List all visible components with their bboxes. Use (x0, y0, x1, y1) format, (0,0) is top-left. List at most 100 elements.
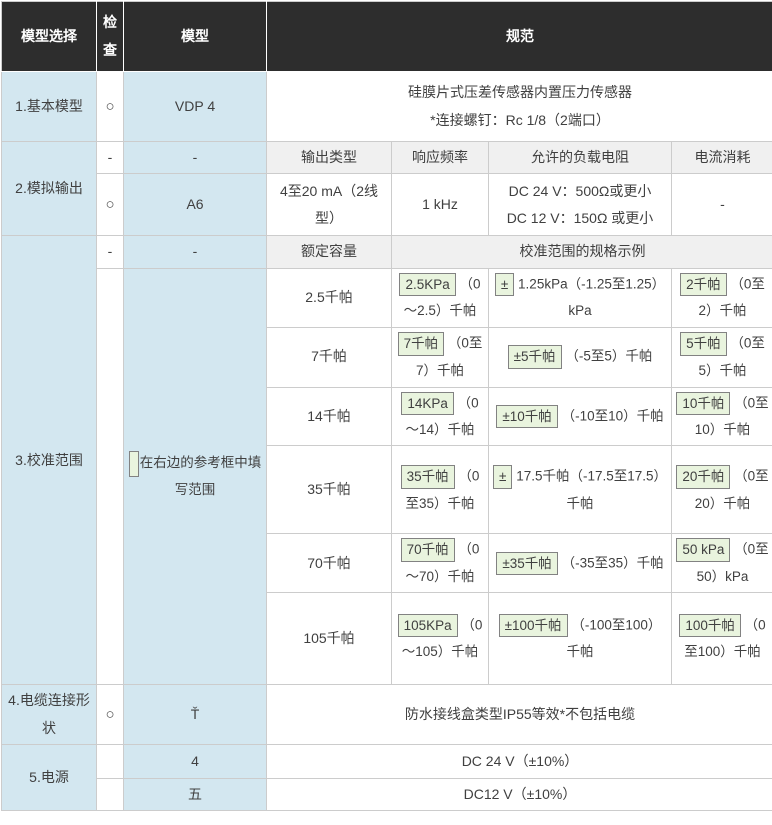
analog-output-type: 4至20 mA（2线型） (267, 174, 392, 236)
calibration-dash-check: - (97, 236, 124, 268)
mid-range-cell: ± 1.25kPa（-1.25至1.25）kPa (489, 268, 672, 327)
response-freq-header: 响应频率 (392, 142, 489, 174)
power-spec-12v: DC12 V（±10%） (267, 778, 772, 810)
basic-spec: 硅膜片式压差传感器内置压力传感器 *连接螺钉：Rc 1/8（2端口） (267, 72, 772, 142)
load-res-line2: DC 12 V：150Ω 或更小 (493, 205, 667, 232)
mid-range-input[interactable]: ±5千帕 (508, 345, 562, 369)
circle-mark-icon: ○ (105, 706, 114, 723)
out-range-cell: 50 kPa （0至50）kPa (672, 534, 772, 593)
page: 模型选择 检查 模型 规范 1.基本模型 ○ VDP 4 硅膜片式压差传感器内置… (0, 1, 772, 825)
rated-range-cell: 35千帕 （0至35）千帕 (392, 446, 489, 534)
analog-model-code: A6 (124, 174, 267, 236)
mid-range-cell: ± 17.5千帕（-17.5至17.5）千帕 (489, 446, 672, 534)
basic-model-code: VDP 4 (124, 72, 267, 142)
calibration-model-note: 在右边的参考框中填写范围 (140, 455, 262, 496)
basic-check-circle-icon: ○ (97, 72, 124, 142)
mid-range-text: （-5至5）千帕 (565, 349, 652, 364)
out-range-input[interactable]: 50 kPa (676, 538, 730, 562)
rated-range-input[interactable]: 105KPa (398, 614, 458, 638)
analog-dash-model: - (124, 142, 267, 174)
output-type-header: 输出类型 (267, 142, 392, 174)
mid-range-cell: ±35千帕 （-35至35）千帕 (489, 534, 672, 593)
power-check-empty-12v (97, 778, 124, 810)
rated-range-input[interactable]: 14KPa (401, 392, 454, 416)
mid-range-input[interactable]: ±100千帕 (499, 614, 568, 638)
out-range-input[interactable]: 5千帕 (680, 332, 727, 356)
out-range-input[interactable]: 10千帕 (676, 392, 730, 416)
analog-current: - (672, 174, 772, 236)
current-consumption-header: 电流消耗 (672, 142, 772, 174)
power-spec-24v: DC 24 V（±10%） (267, 744, 772, 778)
mid-range-text: （-10至10）千帕 (562, 408, 664, 423)
mid-range-text: （-100至100）千帕 (567, 617, 662, 659)
mid-range-input[interactable]: ±35千帕 (496, 552, 557, 576)
rated-range-cell: 105KPa （0～105）千帕 (392, 593, 489, 685)
range-fill-input[interactable] (129, 451, 139, 477)
mid-range-cell: ±5千帕 （-5至5）千帕 (489, 327, 672, 387)
basic-model-label: 1.基本模型 (2, 72, 97, 142)
analog-output-label: 2.模拟输出 (2, 142, 97, 236)
header-check: 检查 (97, 2, 124, 72)
circle-mark-icon: ○ (105, 196, 114, 213)
capacity-label: 14千帕 (267, 387, 392, 446)
mid-range-cell: ±100千帕 （-100至100）千帕 (489, 593, 672, 685)
cable-label: 4.电缆连接形状 (2, 685, 97, 745)
cable-row: 4.电缆连接形状 ○ Ť 防水接线盒类型IP55等效*不包括电缆 (2, 685, 772, 745)
analog-values-row: ○ A6 4至20 mA（2线型） 1 kHz DC 24 V：500Ω或更小 … (2, 174, 772, 236)
rated-range-input[interactable]: 7千帕 (398, 332, 445, 356)
cable-spec: 防水接线盒类型IP55等效*不包括电缆 (267, 685, 772, 745)
capacity-label: 2.5千帕 (267, 268, 392, 327)
capacity-label: 105千帕 (267, 593, 392, 685)
out-range-input[interactable]: 100千帕 (679, 614, 741, 638)
out-range-cell: 10千帕 （0至10）千帕 (672, 387, 772, 446)
mid-range-input[interactable]: ±10千帕 (496, 405, 557, 429)
power-model-12v: 五 (124, 778, 267, 810)
mid-range-text: （-35至35）千帕 (562, 555, 664, 570)
basic-model-row: 1.基本模型 ○ VDP 4 硅膜片式压差传感器内置压力传感器 *连接螺钉：Rc… (2, 72, 772, 142)
rated-range-input[interactable]: 70千帕 (401, 538, 455, 562)
load-resistance-header: 允许的负载电阻 (489, 142, 672, 174)
capacity-label: 70千帕 (267, 534, 392, 593)
header-row: 模型选择 检查 模型 规范 (2, 2, 772, 72)
cable-check-circle-icon: ○ (97, 685, 124, 745)
analog-subheader-row: 2.模拟输出 - - 输出类型 响应频率 允许的负载电阻 电流消耗 (2, 142, 772, 174)
cable-model-code: Ť (124, 685, 267, 745)
load-res-line1: DC 24 V：500Ω或更小 (493, 178, 667, 205)
power-label: 5.电源 (2, 744, 97, 810)
calibration-dash-model: - (124, 236, 267, 268)
out-range-input[interactable]: 20千帕 (676, 465, 730, 489)
model-selection-table: 模型选择 检查 模型 规范 1.基本模型 ○ VDP 4 硅膜片式压差传感器内置… (1, 1, 772, 811)
header-model: 模型 (124, 2, 267, 72)
power-model-24v: 4 (124, 744, 267, 778)
rated-range-cell: 70千帕 （0～70）千帕 (392, 534, 489, 593)
out-range-cell: 2千帕 （0至2）千帕 (672, 268, 772, 327)
analog-response-freq: 1 kHz (392, 174, 489, 236)
mid-range-text: 17.5千帕（-17.5至17.5）千帕 (516, 468, 667, 510)
circle-mark-icon: ○ (105, 98, 114, 115)
out-range-cell: 100千帕 （0至100）千帕 (672, 593, 772, 685)
mid-range-input[interactable]: ± (493, 465, 512, 489)
calibration-row-2p5: 在右边的参考框中填写范围 2.5千帕 2.5KPa （0～2.5）千帕 ± 1.… (2, 268, 772, 327)
basic-spec-line2: *连接螺钉：Rc 1/8（2端口） (271, 107, 769, 134)
rated-range-cell: 7千帕 （0至7）千帕 (392, 327, 489, 387)
rated-range-cell: 2.5KPa （0～2.5）千帕 (392, 268, 489, 327)
mid-range-cell: ±10千帕 （-10至10）千帕 (489, 387, 672, 446)
calibration-subheader-row: 3.校准范围 - - 额定容量 校准范围的规格示例 (2, 236, 772, 268)
header-spec: 规范 (267, 2, 772, 72)
rated-range-input[interactable]: 35千帕 (401, 465, 455, 489)
mid-range-input[interactable]: ± (495, 273, 514, 297)
analog-check-circle-icon: ○ (97, 174, 124, 236)
analog-load-resistance: DC 24 V：500Ω或更小 DC 12 V：150Ω 或更小 (489, 174, 672, 236)
analog-dash-check: - (97, 142, 124, 174)
out-range-input[interactable]: 2千帕 (680, 273, 727, 297)
mid-range-text: 1.25kPa（-1.25至1.25）kPa (518, 276, 665, 318)
calibration-check-empty (97, 268, 124, 685)
rated-capacity-header: 额定容量 (267, 236, 392, 268)
calibration-label: 3.校准范围 (2, 236, 97, 685)
rated-range-input[interactable]: 2.5KPa (399, 273, 455, 297)
spec-example-header: 校准范围的规格示例 (392, 236, 772, 268)
capacity-label: 35千帕 (267, 446, 392, 534)
power-row-12v: 五 DC12 V（±10%） (2, 778, 772, 810)
basic-spec-line1: 硅膜片式压差传感器内置压力传感器 (271, 79, 769, 106)
out-range-cell: 5千帕 （0至5）千帕 (672, 327, 772, 387)
